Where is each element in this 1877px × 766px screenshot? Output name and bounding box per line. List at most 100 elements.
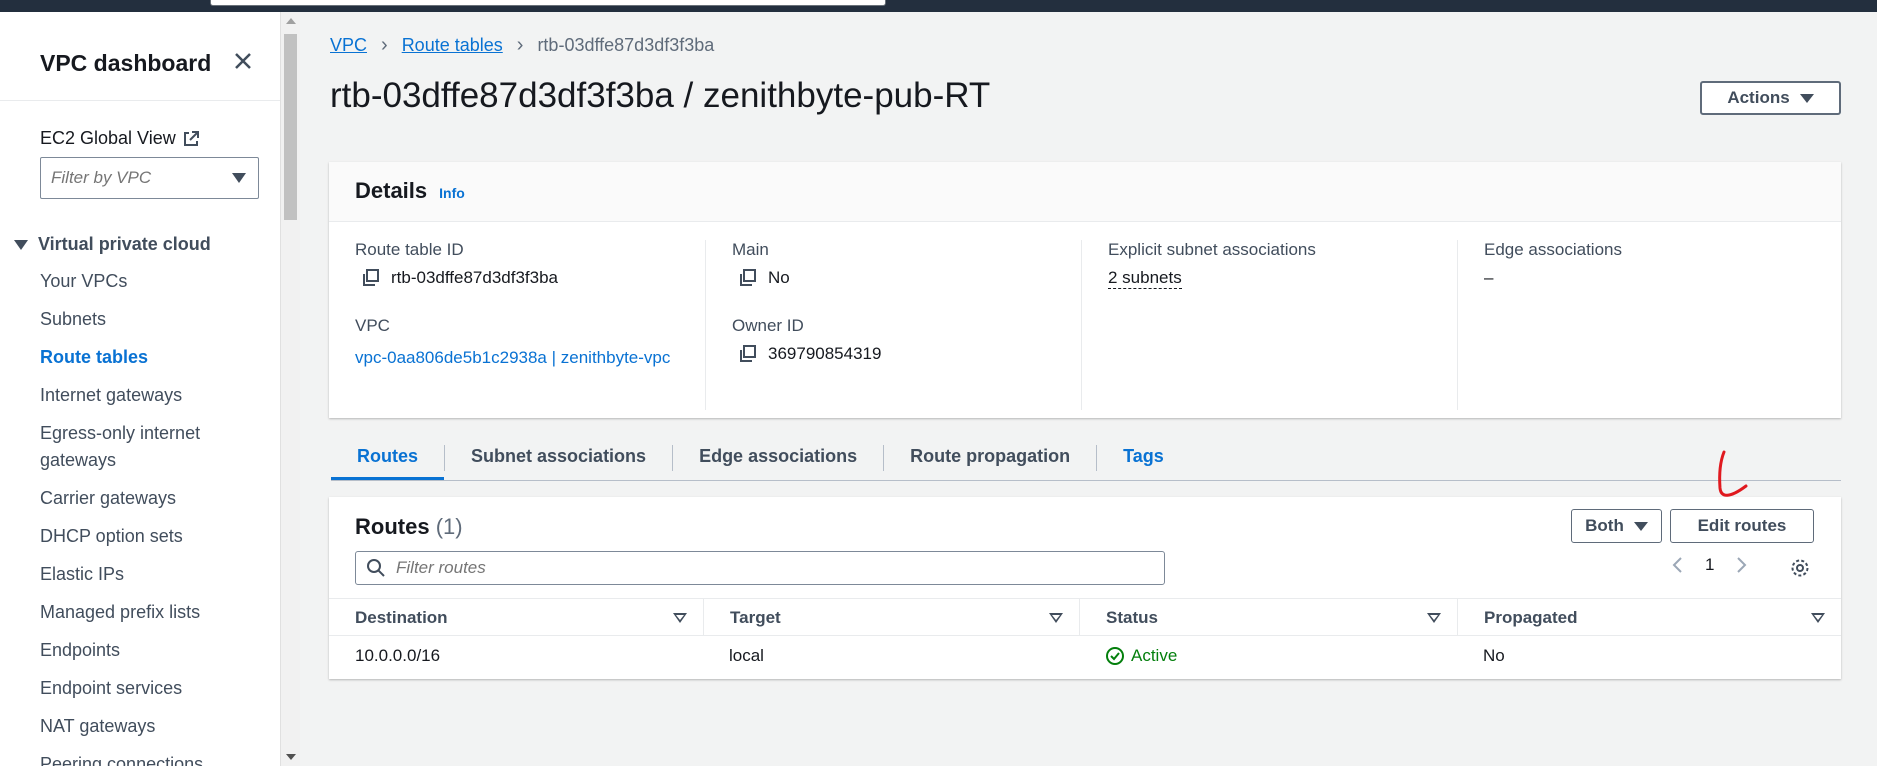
- sort-icon[interactable]: [1427, 613, 1441, 623]
- pagination: 1: [1671, 555, 1748, 575]
- cell-propagated: No: [1483, 646, 1505, 665]
- column-header-propagated[interactable]: Propagated: [1457, 599, 1841, 635]
- main-value-row: No: [732, 268, 1060, 288]
- routes-panel: Routes (1) Both Edit routes 1 Destinatio…: [329, 497, 1841, 679]
- sidebar-item-elastic-ips[interactable]: Elastic IPs: [40, 561, 240, 588]
- filter-routes-field[interactable]: [355, 551, 1165, 585]
- owner-id-value: 369790854319: [768, 344, 882, 363]
- edit-routes-label: Edit routes: [1697, 516, 1787, 535]
- vpc-link[interactable]: vpc-0aa806de5b1c2938a | zenithbyte-vpc: [355, 344, 685, 371]
- routes-header: Routes (1): [355, 514, 463, 540]
- caret-down-icon: [14, 239, 28, 250]
- details-heading: Details: [355, 178, 428, 203]
- details-columns: Route table ID rtb-03dffe87d3df3f3ba VPC…: [329, 222, 1841, 410]
- sidebar-item-endpoints[interactable]: Endpoints: [40, 637, 240, 664]
- filter-routes-input[interactable]: [396, 558, 1096, 578]
- caret-down-icon: [1633, 521, 1648, 531]
- actions-label: Actions: [1727, 88, 1790, 107]
- scroll-up-arrow-icon[interactable]: [286, 18, 296, 24]
- sidebar-item-route-tables[interactable]: Route tables: [40, 344, 240, 371]
- breadcrumb-route-tables-link[interactable]: Route tables: [402, 35, 503, 56]
- section-label: Virtual private cloud: [38, 234, 211, 254]
- chevron-right-icon: ›: [516, 34, 524, 56]
- copy-icon[interactable]: [361, 268, 381, 288]
- search-icon: [367, 559, 385, 577]
- side-navigation: VPC dashboard EC2 Global View Virtual pr…: [0, 12, 280, 766]
- chevron-right-icon: ›: [381, 34, 388, 56]
- column-label: Propagated: [1484, 608, 1578, 627]
- breadcrumb: VPC › Route tables › rtb-03dffe87d3df3f3…: [330, 34, 714, 57]
- tab-tags[interactable]: Tags: [1097, 436, 1190, 480]
- sidebar-item-egress-only-internet-gateways[interactable]: Egress-only internet gateways: [40, 420, 240, 474]
- sidebar-items: Your VPCs Subnets Route tables Internet …: [40, 268, 240, 766]
- sidebar-item-carrier-gateways[interactable]: Carrier gateways: [40, 485, 240, 512]
- explicit-subnet-associations-value[interactable]: 2 subnets: [1108, 268, 1182, 289]
- actions-button[interactable]: Actions: [1700, 81, 1841, 115]
- sidebar-item-nat-gateways[interactable]: NAT gateways: [40, 713, 240, 740]
- scroll-down-arrow-icon[interactable]: [286, 754, 296, 760]
- gear-icon[interactable]: [1789, 557, 1811, 579]
- current-page[interactable]: 1: [1705, 555, 1714, 575]
- sort-icon[interactable]: [1811, 613, 1825, 623]
- explicit-subnet-associations-row: 2 subnets: [1108, 268, 1436, 289]
- external-link-icon: [183, 130, 199, 146]
- main-value: No: [768, 268, 790, 287]
- check-circle-icon: [1106, 647, 1124, 665]
- sidebar-item-peering-connections[interactable]: Peering connections: [40, 751, 240, 766]
- ec2-global-view-link[interactable]: EC2 Global View: [40, 128, 200, 149]
- sidebar-scrollbar[interactable]: [280, 12, 300, 766]
- sidebar-item-subnets[interactable]: Subnets: [40, 306, 240, 333]
- scrollbar-thumb[interactable]: [284, 34, 297, 220]
- caret-down-icon: [1799, 93, 1814, 103]
- filter-by-vpc-select[interactable]: [40, 157, 259, 199]
- filter-by-vpc-input[interactable]: [41, 158, 211, 198]
- red-pen-annotation: [1718, 450, 1748, 497]
- chevron-left-icon[interactable]: [1671, 556, 1683, 574]
- sidebar-title[interactable]: VPC dashboard: [40, 50, 211, 77]
- chevron-right-icon[interactable]: [1736, 556, 1748, 574]
- tabs: Routes Subnet associations Edge associat…: [331, 436, 1841, 481]
- column-label: Status: [1106, 608, 1158, 627]
- details-header: Details Info: [329, 162, 1841, 222]
- column-header-target[interactable]: Target: [703, 599, 1079, 635]
- column-header-status[interactable]: Status: [1079, 599, 1457, 635]
- details-panel: Details Info Route table ID rtb-03dffe87…: [329, 162, 1841, 418]
- sort-icon[interactable]: [673, 613, 687, 623]
- vpc-label: VPC: [355, 316, 390, 335]
- edit-routes-button[interactable]: Edit routes: [1670, 509, 1814, 543]
- edge-associations-value: –: [1484, 268, 1494, 287]
- sort-icon[interactable]: [1049, 613, 1063, 623]
- owner-id-label: Owner ID: [732, 316, 804, 335]
- caret-down-icon: [232, 173, 246, 183]
- close-icon[interactable]: [228, 46, 258, 76]
- copy-icon[interactable]: [738, 268, 758, 288]
- details-column-4: Edge associations –: [1457, 240, 1833, 410]
- status-value: Active: [1131, 646, 1178, 665]
- tab-subnet-associations[interactable]: Subnet associations: [445, 436, 672, 480]
- virtual-private-cloud-section[interactable]: Virtual private cloud: [14, 234, 211, 255]
- sidebar-item-your-vpcs[interactable]: Your VPCs: [40, 268, 240, 295]
- tab-route-propagation[interactable]: Route propagation: [884, 436, 1096, 480]
- column-label: Target: [730, 608, 781, 627]
- explicit-subnet-associations-label: Explicit subnet associations: [1108, 240, 1316, 259]
- both-label: Both: [1585, 516, 1624, 535]
- info-link[interactable]: Info: [439, 185, 465, 201]
- cell-status: Active: [1079, 636, 1457, 676]
- tab-edge-associations[interactable]: Edge associations: [673, 436, 883, 480]
- details-column-2: Main No Owner ID 369790854319: [705, 240, 1081, 410]
- tab-routes[interactable]: Routes: [331, 436, 445, 480]
- column-label: Destination: [355, 608, 448, 627]
- global-search-bar[interactable]: [210, 0, 886, 6]
- details-column-1: Route table ID rtb-03dffe87d3df3f3ba VPC…: [329, 240, 705, 410]
- owner-id-value-row: 369790854319: [732, 344, 1060, 364]
- column-header-destination[interactable]: Destination: [329, 599, 703, 635]
- sidebar-item-dhcp-option-sets[interactable]: DHCP option sets: [40, 523, 240, 550]
- sidebar-item-endpoint-services[interactable]: Endpoint services: [40, 675, 240, 702]
- both-filter-select[interactable]: Both: [1571, 509, 1662, 543]
- sidebar-item-internet-gateways[interactable]: Internet gateways: [40, 382, 240, 409]
- breadcrumb-vpc-link[interactable]: VPC: [330, 35, 367, 56]
- route-table-id-label: Route table ID: [355, 240, 464, 259]
- copy-icon[interactable]: [738, 344, 758, 364]
- sidebar-item-managed-prefix-lists[interactable]: Managed prefix lists: [40, 599, 240, 626]
- edge-associations-label: Edge associations: [1484, 240, 1622, 259]
